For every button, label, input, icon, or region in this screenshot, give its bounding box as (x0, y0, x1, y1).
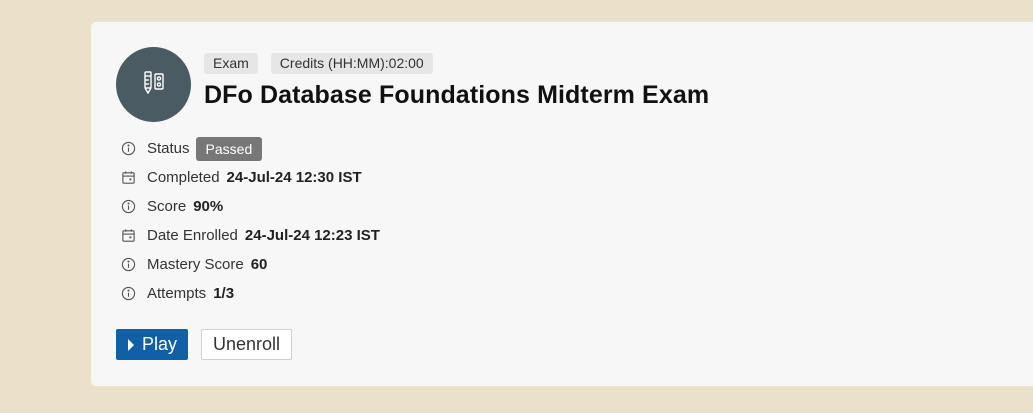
unenroll-button[interactable]: Unenroll (201, 329, 293, 360)
completed-row: Completed 24-Jul-24 12:30 IST (120, 163, 380, 192)
score-value: 90% (193, 198, 224, 215)
attempts-value: 1/3 (213, 285, 235, 302)
type-tag: Exam (204, 53, 258, 74)
status-row: Status Passed (120, 134, 380, 163)
play-button-label: Play (142, 334, 178, 354)
mastery-score-value: 60 (250, 256, 268, 273)
mastery-score-label: Mastery Score (147, 256, 244, 273)
completed-label: Completed (147, 169, 220, 186)
course-title: DFo Database Foundations Midterm Exam (204, 81, 710, 109)
score-row: Score 90% (120, 192, 380, 221)
date-enrolled-value: 24-Jul-24 12:23 IST (244, 227, 380, 244)
date-enrolled-row: Date Enrolled 24-Jul-24 12:23 IST (120, 221, 380, 250)
credits-tag: Credits (HH:MM):02:00 (270, 53, 433, 74)
info-icon (120, 141, 136, 157)
course-details: Status Passed Completed 24-Jul-24 12:30 … (120, 134, 380, 308)
play-button[interactable]: Play (116, 329, 189, 360)
info-icon (120, 257, 136, 273)
calendar-icon (120, 228, 136, 244)
play-icon (128, 338, 134, 351)
completed-value: 24-Jul-24 12:30 IST (226, 169, 362, 186)
course-actions: Play Unenroll (116, 329, 293, 360)
date-enrolled-label: Date Enrolled (147, 227, 238, 244)
course-card: Exam Credits (HH:MM):02:00 DFo Database … (91, 22, 1033, 386)
attempts-row: Attempts 1/3 (120, 279, 380, 308)
course-tags: Exam Credits (HH:MM):02:00 (204, 53, 433, 74)
exam-pencil-icon (141, 69, 167, 100)
info-icon (120, 199, 136, 215)
course-avatar (116, 47, 191, 122)
attempts-label: Attempts (147, 285, 207, 302)
status-label: Status (147, 140, 190, 157)
mastery-score-row: Mastery Score 60 (120, 250, 380, 279)
score-label: Score (147, 198, 187, 215)
calendar-icon (120, 170, 136, 186)
status-badge: Passed (195, 136, 263, 161)
info-icon (120, 286, 136, 302)
